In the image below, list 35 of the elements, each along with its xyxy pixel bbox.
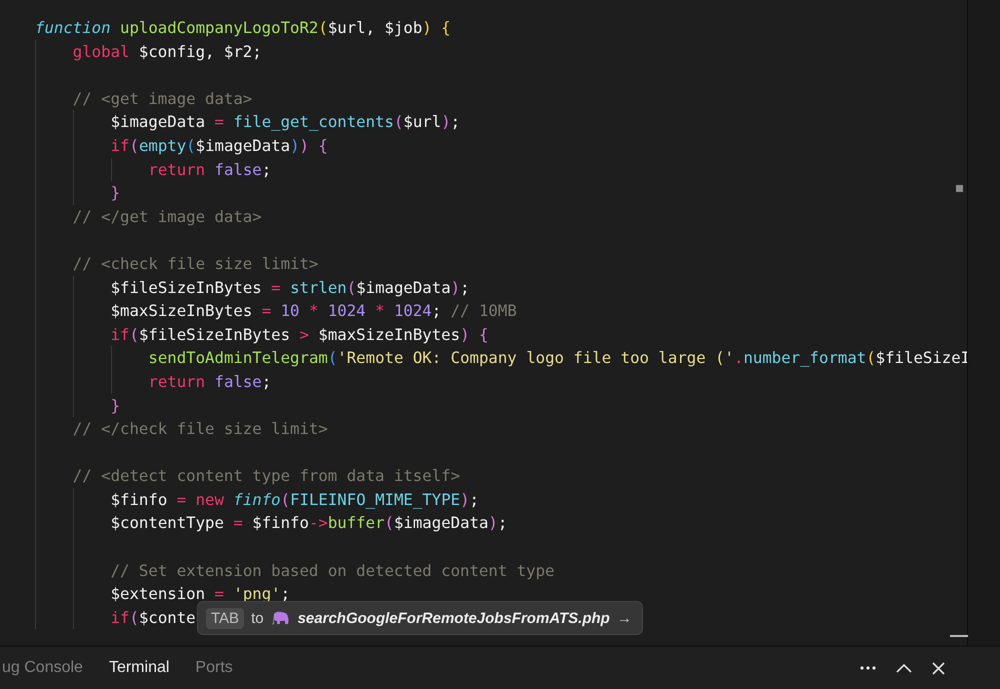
code-line: $contentType = $finfo->buffer($imageData); [110, 512, 508, 534]
panel-tab[interactable]: ug Console [2, 659, 83, 677]
code-line: // </get image data> [72, 206, 262, 228]
code-line: // Set extension based on detected content type [110, 560, 554, 582]
more-icon[interactable] [860, 666, 876, 670]
panel-tab[interactable]: Ports [195, 659, 233, 677]
code-line: $maxSizeInBytes = 10 * 1024 * 1024; // 10MB [110, 300, 517, 322]
code-line: if($conte [110, 606, 196, 629]
code-line: if($fileSizeInBytes > $maxSizeInBytes) { [110, 324, 488, 346]
code-line: $imageData = file_get_contents($url); [110, 111, 460, 134]
cursor-marker [950, 635, 968, 637]
code-line: } [110, 182, 120, 204]
code-line: function uploadCompanyLogoToR2($url, $job) { [35, 17, 451, 39]
panel-tab[interactable]: Terminal [108, 659, 170, 677]
close-icon[interactable] [932, 662, 945, 674]
tooltip-text: to [251, 610, 264, 626]
key-hint: TAB [206, 608, 244, 628]
scrollbar-marker [956, 185, 963, 192]
code-line: // <check file size limit> [72, 252, 318, 275]
code-line: sendToAdminTelegram('Remote OK: Company logo file too large ('.number_format($fileSizeI [148, 347, 970, 370]
file-name: searchGoogleForRemoteJobsFromATS.php [298, 610, 610, 626]
elephant-icon [270, 610, 291, 626]
code-line: } [110, 394, 120, 416]
code-line: $fileSizeInBytes = strlen($imageData); [110, 276, 470, 299]
code-line: global $config, $r2; [72, 40, 262, 63]
code-line: return false; [148, 370, 272, 393]
code-line: $finfo = new finfo(FILEINFO_MIME_TYPE); [110, 488, 479, 511]
code-line: if(empty($imageData)) { [110, 134, 328, 157]
code-line: // </check file size limit> [72, 418, 328, 440]
code-line: return false; [148, 158, 272, 181]
chevron-up-icon[interactable] [896, 663, 912, 673]
code-line: // <detect content type from data itself> [72, 465, 460, 488]
suggestion-tooltip[interactable]: TAB to searchGoogleForRemoteJobsFromATS.php → [197, 601, 643, 635]
arrow-glyph: → [616, 610, 632, 626]
code-line: // <get image data> [72, 88, 252, 110]
